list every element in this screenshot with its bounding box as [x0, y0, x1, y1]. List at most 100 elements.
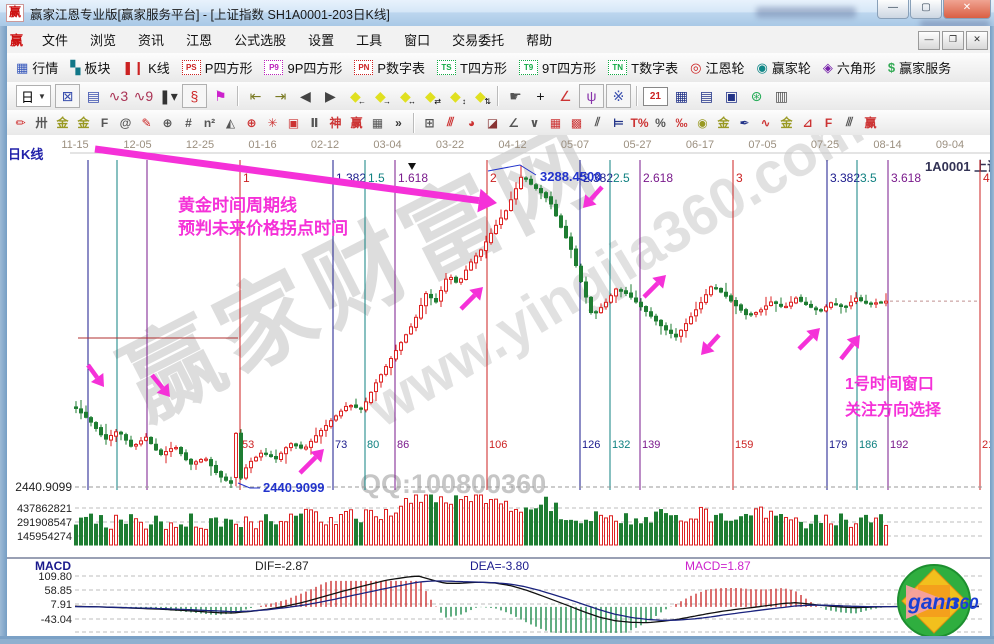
spiral-icon[interactable]: @ [115, 113, 136, 132]
speed-lines-icon[interactable]: ⫻ [839, 113, 860, 132]
zoom-h-in-icon[interactable]: ◆⇄ [419, 85, 442, 107]
candle-style-icon[interactable]: ❚▾ [157, 85, 180, 107]
fib-angle-icon[interactable]: F [818, 113, 839, 132]
compress-3-icon[interactable]: ∿3 [107, 85, 130, 107]
toolbar-9p-square-button[interactable]: P99P四方形 [264, 58, 342, 77]
gann-fan-icon[interactable]: ⫻ [440, 113, 461, 132]
angle-line-icon[interactable]: ∠ [503, 113, 524, 132]
more-tools[interactable]: » [388, 113, 409, 132]
pattern-icon[interactable]: ※ [606, 84, 631, 108]
ying-icon[interactable]: 赢 [346, 113, 367, 132]
shift-right-icon[interactable]: ◆→ [369, 85, 392, 107]
toolbar-winner-service-button[interactable]: $赢家服务 [888, 58, 951, 77]
menu-item-0[interactable]: 文件 [31, 26, 79, 53]
toolbar-sectors-button[interactable]: ▚板块 [70, 58, 110, 77]
star-burst-icon[interactable]: ✳ [262, 113, 283, 132]
calendar-icon[interactable]: 21 [643, 87, 668, 106]
menu-item-4[interactable]: 公式选股 [223, 26, 297, 53]
minimize-button[interactable]: — [877, 0, 909, 19]
rect-tool-icon[interactable]: ⊞ [419, 113, 440, 132]
toolbar-p-square-button[interactable]: PSP四方形 [182, 58, 253, 77]
chart-canvas[interactable]: 赢家财富网www.yingjia360.comQQ:10080036011-15… [0, 135, 994, 639]
bar-count-icon[interactable]: # [178, 113, 199, 132]
overlay-window-icon[interactable]: ⊠ [55, 84, 80, 108]
prev-bar-icon[interactable]: ◀ [294, 85, 317, 107]
close-button[interactable]: ✕ [943, 0, 991, 19]
square-spiral-icon[interactable]: ▣ [283, 113, 304, 132]
speed-angle-icon[interactable]: ⊿ [797, 113, 818, 132]
wave-tool-icon[interactable]: ∿ [755, 113, 776, 132]
menu-item-6[interactable]: 工具 [345, 26, 393, 53]
toolbar-quotes-button[interactable]: ▦行情 [16, 58, 58, 77]
mdi-close-button[interactable]: ✕ [966, 31, 988, 50]
crosshair-icon[interactable]: + [529, 85, 552, 107]
compress-9-icon[interactable]: ∿9 [132, 85, 155, 107]
print-icon[interactable]: ▥ [770, 85, 793, 107]
gold-time-icon[interactable]: 金 [52, 113, 73, 132]
percent-icon[interactable]: % [650, 113, 671, 132]
calculator-icon[interactable]: ▦ [670, 85, 693, 107]
flag-icon[interactable]: ⚑ [209, 85, 232, 107]
grid-dense-icon[interactable]: ▩ [566, 113, 587, 132]
toolbar-kline-button[interactable]: ❚❙K线 [122, 58, 169, 77]
fan-fill-icon[interactable]: ◪ [482, 113, 503, 132]
gold-circle-icon[interactable]: ◉ [692, 113, 713, 132]
network-icon[interactable]: ⊛ [745, 85, 768, 107]
info-list-icon[interactable]: ▤ [82, 85, 105, 107]
zoom-v-out-icon[interactable]: ◆↕ [444, 85, 467, 107]
gold-line-icon[interactable]: 金 [713, 113, 734, 132]
toolbar-hexagon-button[interactable]: ◈六角形 [823, 58, 876, 77]
zoom-v-in-icon[interactable]: ◆⇅ [469, 85, 492, 107]
wave-band-icon[interactable]: § [182, 84, 207, 108]
permille-icon[interactable]: ‰ [671, 113, 692, 132]
menu-item-1[interactable]: 浏览 [79, 26, 127, 53]
toolbar-p-number-table-button[interactable]: PNP数字表 [354, 58, 425, 77]
ying-red-icon[interactable]: 赢 [860, 113, 881, 132]
menu-item-9[interactable]: 帮助 [515, 26, 563, 53]
gann-box-icon[interactable]: ψ [579, 84, 604, 108]
gold-price-icon[interactable]: 金 [73, 113, 94, 132]
t-percent-icon[interactable]: T% [629, 113, 650, 132]
last-bar-icon[interactable]: ⇥ [269, 85, 292, 107]
menu-item-7[interactable]: 窗口 [393, 26, 441, 53]
shift-left-icon[interactable]: ◆← [344, 85, 367, 107]
grid-box-icon[interactable]: ▦ [367, 113, 388, 132]
toolbar-winner-wheel-button[interactable]: ◉赢家轮 [756, 58, 810, 77]
next-bar-icon[interactable]: ▶ [319, 85, 342, 107]
maximize-button[interactable]: ▢ [910, 0, 942, 19]
menu-item-5[interactable]: 设置 [297, 26, 345, 53]
menu-item-2[interactable]: 资讯 [127, 26, 175, 53]
gann-circle-icon[interactable]: ⊕ [157, 113, 178, 132]
angle-measure-icon[interactable]: ∠ [554, 85, 577, 107]
scale-icon[interactable]: ⊨ [608, 113, 629, 132]
fib-f-icon[interactable]: F [94, 113, 115, 132]
triangle-tool-icon[interactable]: ◭ [220, 113, 241, 132]
zigzag-icon[interactable]: ∨ [524, 113, 545, 132]
toolbar-t-square-button[interactable]: TST四方形 [437, 58, 507, 77]
notepad-icon[interactable]: ▤ [695, 85, 718, 107]
target-icon[interactable]: ⊕ [241, 113, 262, 132]
mdi-minimize-button[interactable]: — [918, 31, 940, 50]
n2-icon[interactable]: n² [199, 113, 220, 132]
first-bar-icon[interactable]: ⇤ [244, 85, 267, 107]
bar-pair-icon[interactable]: Ⅱ [304, 113, 325, 132]
fan-sector-icon[interactable]: ◕ [461, 113, 482, 132]
menu-item-8[interactable]: 交易委托 [441, 26, 515, 53]
drag-hand-icon[interactable]: ☛ [504, 85, 527, 107]
save-icon[interactable]: ▣ [720, 85, 743, 107]
toolbar-gann-wheel-button[interactable]: ◎江恩轮 [690, 58, 744, 77]
menu-item-3[interactable]: 江恩 [175, 26, 223, 53]
mdi-restore-button[interactable]: ❐ [942, 31, 964, 50]
time-grid-icon[interactable]: 卅 [31, 113, 52, 132]
brush-icon[interactable]: ✎ [136, 113, 157, 132]
toolbar-t-number-table-button[interactable]: TNT数字表 [608, 58, 678, 77]
toolbar-9t-square-button[interactable]: T99T四方形 [519, 58, 596, 77]
ink-pen-icon[interactable]: ✒ [734, 113, 755, 132]
gold-ratio-icon[interactable]: 金 [776, 113, 797, 132]
zoom-h-out-icon[interactable]: ◆↔ [394, 85, 417, 107]
parallel-icon[interactable]: ⫽ [587, 113, 608, 132]
grid-red-icon[interactable]: ▦ [545, 113, 566, 132]
pencil-icon[interactable]: ✏ [10, 113, 31, 132]
period-selector[interactable]: 日▼ [16, 85, 51, 107]
shen-icon[interactable]: 神 [325, 113, 346, 132]
